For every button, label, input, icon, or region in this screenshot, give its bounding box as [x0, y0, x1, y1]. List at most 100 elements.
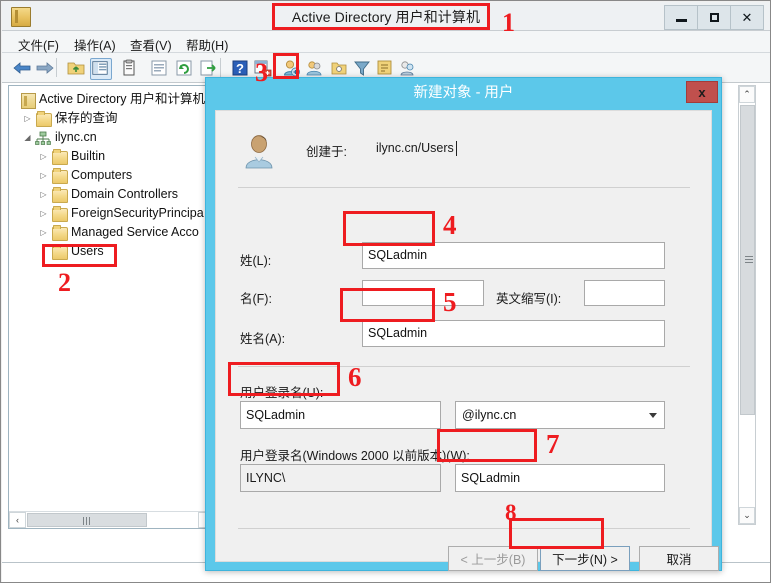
close-button[interactable]: ✕: [731, 6, 763, 29]
tree-item-managed-service-accounts[interactable]: ▷ Managed Service Acco: [9, 223, 215, 242]
move-icon[interactable]: [198, 58, 218, 78]
dialog-close-button[interactable]: x: [686, 81, 718, 103]
chevron-right-icon[interactable]: ▷: [39, 185, 48, 204]
maximize-icon: [709, 13, 719, 22]
chevron-right-icon[interactable]: ▷: [23, 109, 32, 128]
last-name-input[interactable]: SQLadmin: [362, 242, 665, 269]
divider: [238, 366, 690, 367]
new-object-user-dialog: 新建对象 - 用户 x 创建于: ilync.cn/Users 姓(L): SQ…: [205, 77, 722, 571]
upn-suffix-select[interactable]: @ilync.cn: [455, 401, 665, 429]
maximize-button[interactable]: [698, 6, 731, 29]
toolbar-separator: [220, 58, 221, 77]
samaccount-label: 用户登录名(Windows 2000 以前版本)(W):: [240, 449, 470, 463]
tree-item-label: Domain Controllers: [71, 187, 178, 201]
console-tree: Active Directory 用户和计算机 ▷ 保存的查询 ◢ ilync.…: [9, 90, 215, 261]
domain-icon: [35, 131, 51, 145]
initials-label: 英文缩写(I):: [496, 292, 562, 306]
results-vertical-scrollbar[interactable]: ⌃ ⌄: [738, 85, 756, 525]
chevron-right-icon[interactable]: ▷: [39, 223, 48, 242]
page-title: Active Directory 用户和计算机: [291, 9, 481, 25]
export-list-icon[interactable]: [149, 58, 169, 78]
chevron-down-icon: [649, 413, 657, 418]
tree-item-label: Users: [71, 244, 104, 258]
back-button[interactable]: < 上一步(B): [448, 546, 538, 571]
find-icon[interactable]: [375, 58, 395, 78]
screen-root: Active Directory 用户和计算机 ✕ 文件(F) 操作(A) 查看…: [0, 0, 771, 583]
scroll-thumb-horizontal[interactable]: [27, 513, 147, 527]
minimize-icon: [675, 19, 687, 22]
tree-item-computers[interactable]: ▷ Computers: [9, 166, 215, 185]
tree-item-domain-controllers[interactable]: ▷ Domain Controllers: [9, 185, 215, 204]
help-icon[interactable]: ?: [230, 58, 250, 78]
samaccount-domain-field: ILYNC\: [240, 464, 441, 492]
new-ou-icon[interactable]: [329, 58, 349, 78]
tree-item-label: Builtin: [71, 149, 106, 163]
divider: [238, 187, 690, 188]
first-name-input[interactable]: [362, 280, 484, 306]
chevron-down-icon[interactable]: ◢: [23, 128, 32, 147]
scroll-down-button[interactable]: ⌄: [739, 507, 755, 524]
tree-item-label: Active Directory 用户和计算机: [39, 92, 205, 106]
created-in-value: ilync.cn/Users: [376, 141, 457, 156]
tree-item-label: ilync.cn: [55, 130, 97, 144]
folder-icon: [52, 168, 68, 184]
dialog-header-section: 创建于: ilync.cn/Users: [216, 111, 711, 185]
folder-icon: [36, 111, 52, 127]
last-name-label: 姓(L):: [240, 254, 272, 268]
tree-item-saved-queries[interactable]: ▷ 保存的查询: [9, 109, 215, 128]
scroll-up-button[interactable]: ⌃: [739, 86, 755, 103]
menu-bar: 文件(F) 操作(A) 查看(V) 帮助(H): [2, 31, 770, 53]
tree-item-label: ForeignSecurityPrincipa: [71, 206, 204, 220]
back-arrow-icon[interactable]: [12, 58, 32, 78]
upn-input[interactable]: SQLadmin: [240, 401, 441, 429]
divider: [238, 528, 690, 529]
svg-text:?: ?: [236, 61, 244, 76]
tree-item-builtin[interactable]: ▷ Builtin: [9, 147, 215, 166]
samaccount-input[interactable]: SQLadmin: [455, 464, 665, 492]
folder-icon: [52, 225, 68, 241]
tree-item-label: 保存的查询: [55, 111, 118, 125]
refresh-icon[interactable]: [174, 58, 194, 78]
folder-icon: [52, 149, 68, 165]
chevron-right-icon[interactable]: ▷: [39, 147, 48, 166]
console-root-icon: [21, 93, 36, 109]
saved-query-icon[interactable]: [398, 58, 418, 78]
new-user-icon[interactable]: [281, 58, 301, 78]
chevron-right-icon[interactable]: ▷: [39, 166, 48, 185]
next-button[interactable]: 下一步(N) >: [540, 546, 630, 571]
up-folder-icon[interactable]: [66, 58, 86, 78]
dialog-body: 创建于: ilync.cn/Users 姓(L): SQLadmin 名(F):…: [215, 110, 719, 571]
tree-item-label: Computers: [71, 168, 133, 182]
filter-icon[interactable]: [352, 58, 372, 78]
show-hide-tree-icon[interactable]: [90, 58, 112, 80]
dialog-title: 新建对象 - 用户: [413, 85, 514, 101]
cancel-button[interactable]: 取消: [639, 546, 719, 571]
folder-icon: [52, 244, 68, 260]
window-titlebar: Active Directory 用户和计算机 ✕: [2, 2, 770, 31]
full-name-input[interactable]: SQLadmin: [362, 320, 665, 347]
upn-label: 用户登录名(U):: [240, 386, 324, 400]
chevron-right-icon[interactable]: ▷: [39, 204, 48, 223]
toolbar-separator: [56, 58, 57, 77]
full-name-label: 姓名(A):: [240, 332, 286, 346]
new-group-icon[interactable]: [305, 58, 325, 78]
properties-icon[interactable]: [119, 58, 139, 78]
console-tree-pane: Active Directory 用户和计算机 ▷ 保存的查询 ◢ ilync.…: [8, 85, 216, 529]
tree-item-users[interactable]: Users: [9, 242, 215, 261]
tree-item-foreign-security-principals[interactable]: ▷ ForeignSecurityPrincipa: [9, 204, 215, 223]
first-name-label: 名(F):: [240, 292, 272, 306]
initials-input[interactable]: [584, 280, 665, 306]
scroll-left-button[interactable]: ‹: [9, 512, 26, 528]
folder-icon: [52, 206, 68, 222]
minimize-button[interactable]: [665, 6, 698, 29]
tree-horizontal-scrollbar[interactable]: ‹ ›: [9, 511, 215, 528]
upn-suffix-value: @ilync.cn: [462, 408, 517, 422]
ou-folder-icon: [52, 187, 68, 203]
tree-item-label: Managed Service Acco: [71, 225, 199, 239]
tree-item-domain[interactable]: ◢ ilync.cn: [9, 128, 215, 147]
new-window-icon[interactable]: [253, 58, 273, 78]
tree-item-root[interactable]: Active Directory 用户和计算机: [9, 90, 215, 109]
user-avatar-icon: [240, 131, 278, 169]
scroll-thumb-vertical[interactable]: [740, 105, 755, 415]
forward-arrow-icon[interactable]: [35, 58, 55, 78]
